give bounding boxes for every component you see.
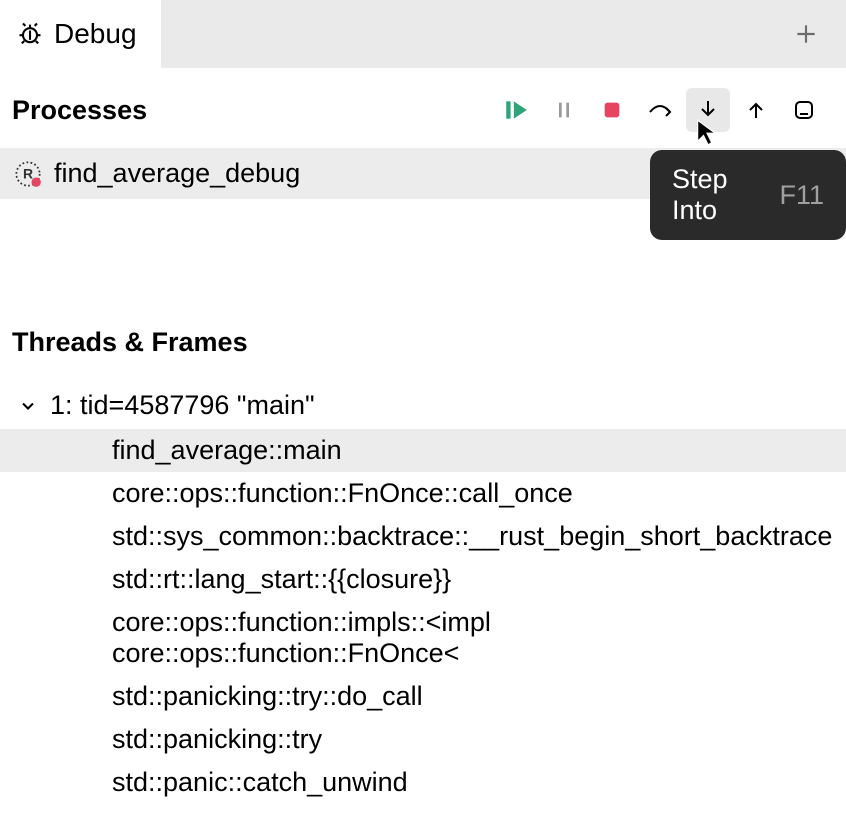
processes-title: Processes bbox=[12, 95, 486, 126]
debug-toolbar bbox=[494, 88, 834, 132]
thread-label: 1: tid=4587796 "main" bbox=[50, 390, 315, 421]
frame-label: std::rt::lang_start::{{closure}} bbox=[112, 564, 451, 594]
step-over-button[interactable] bbox=[638, 88, 682, 132]
pause-button[interactable] bbox=[542, 88, 586, 132]
frame-row[interactable]: std::panicking::try::do_call bbox=[12, 675, 834, 718]
stop-button[interactable] bbox=[590, 88, 634, 132]
step-into-tooltip: Step Into F11 bbox=[650, 150, 846, 240]
resume-button[interactable] bbox=[494, 88, 538, 132]
add-tab-button[interactable] bbox=[786, 14, 826, 54]
tab-label: Debug bbox=[54, 18, 137, 50]
view-breakpoints-button[interactable] bbox=[782, 88, 826, 132]
step-into-button[interactable] bbox=[686, 88, 730, 132]
frame-row[interactable]: core::ops::function::FnOnce::call_once bbox=[12, 472, 834, 515]
frame-label: std::panicking::try bbox=[112, 724, 322, 754]
frame-row[interactable]: core::ops::function::impls::<impl core::… bbox=[12, 601, 834, 675]
process-name: find_average_debug bbox=[54, 158, 300, 189]
threads-frames-title: Threads & Frames bbox=[12, 327, 834, 358]
tab-bar: Debug bbox=[0, 0, 846, 68]
chevron-down-icon bbox=[18, 396, 38, 416]
tooltip-shortcut: F11 bbox=[779, 180, 824, 211]
step-out-button[interactable] bbox=[734, 88, 778, 132]
frame-label: std::panic::catch_unwind bbox=[112, 767, 408, 797]
processes-header: Processes bbox=[0, 68, 846, 148]
frame-row[interactable]: std::sys_common::backtrace::__rust_begin… bbox=[12, 515, 834, 558]
frame-label: find_average::main bbox=[112, 435, 342, 465]
frame-label: core::ops::function::FnOnce::call_once bbox=[112, 478, 573, 508]
frame-label: std::sys_common::backtrace::__rust_begin… bbox=[112, 521, 832, 551]
frame-row[interactable]: std::panicking::try bbox=[12, 718, 834, 761]
debug-icon bbox=[16, 20, 44, 48]
frame-row[interactable]: find_average::main bbox=[0, 429, 846, 472]
frame-label: core::ops::function::impls::<impl core::… bbox=[112, 607, 491, 668]
threads-frames-section: Threads & Frames 1: tid=4587796 "main" f… bbox=[0, 289, 846, 816]
rust-icon: R bbox=[14, 160, 42, 188]
frame-row[interactable]: std::panic::catch_unwind bbox=[12, 761, 834, 804]
frame-row[interactable]: std::rt::lang_start::{{closure}} bbox=[12, 558, 834, 601]
thread-row[interactable]: 1: tid=4587796 "main" bbox=[12, 382, 834, 429]
debug-tab[interactable]: Debug bbox=[0, 0, 161, 68]
tooltip-label: Step Into bbox=[672, 164, 769, 226]
frame-label: std::panicking::try::do_call bbox=[112, 681, 423, 711]
svg-text:R: R bbox=[23, 165, 33, 181]
tab-bar-filler bbox=[161, 0, 846, 68]
